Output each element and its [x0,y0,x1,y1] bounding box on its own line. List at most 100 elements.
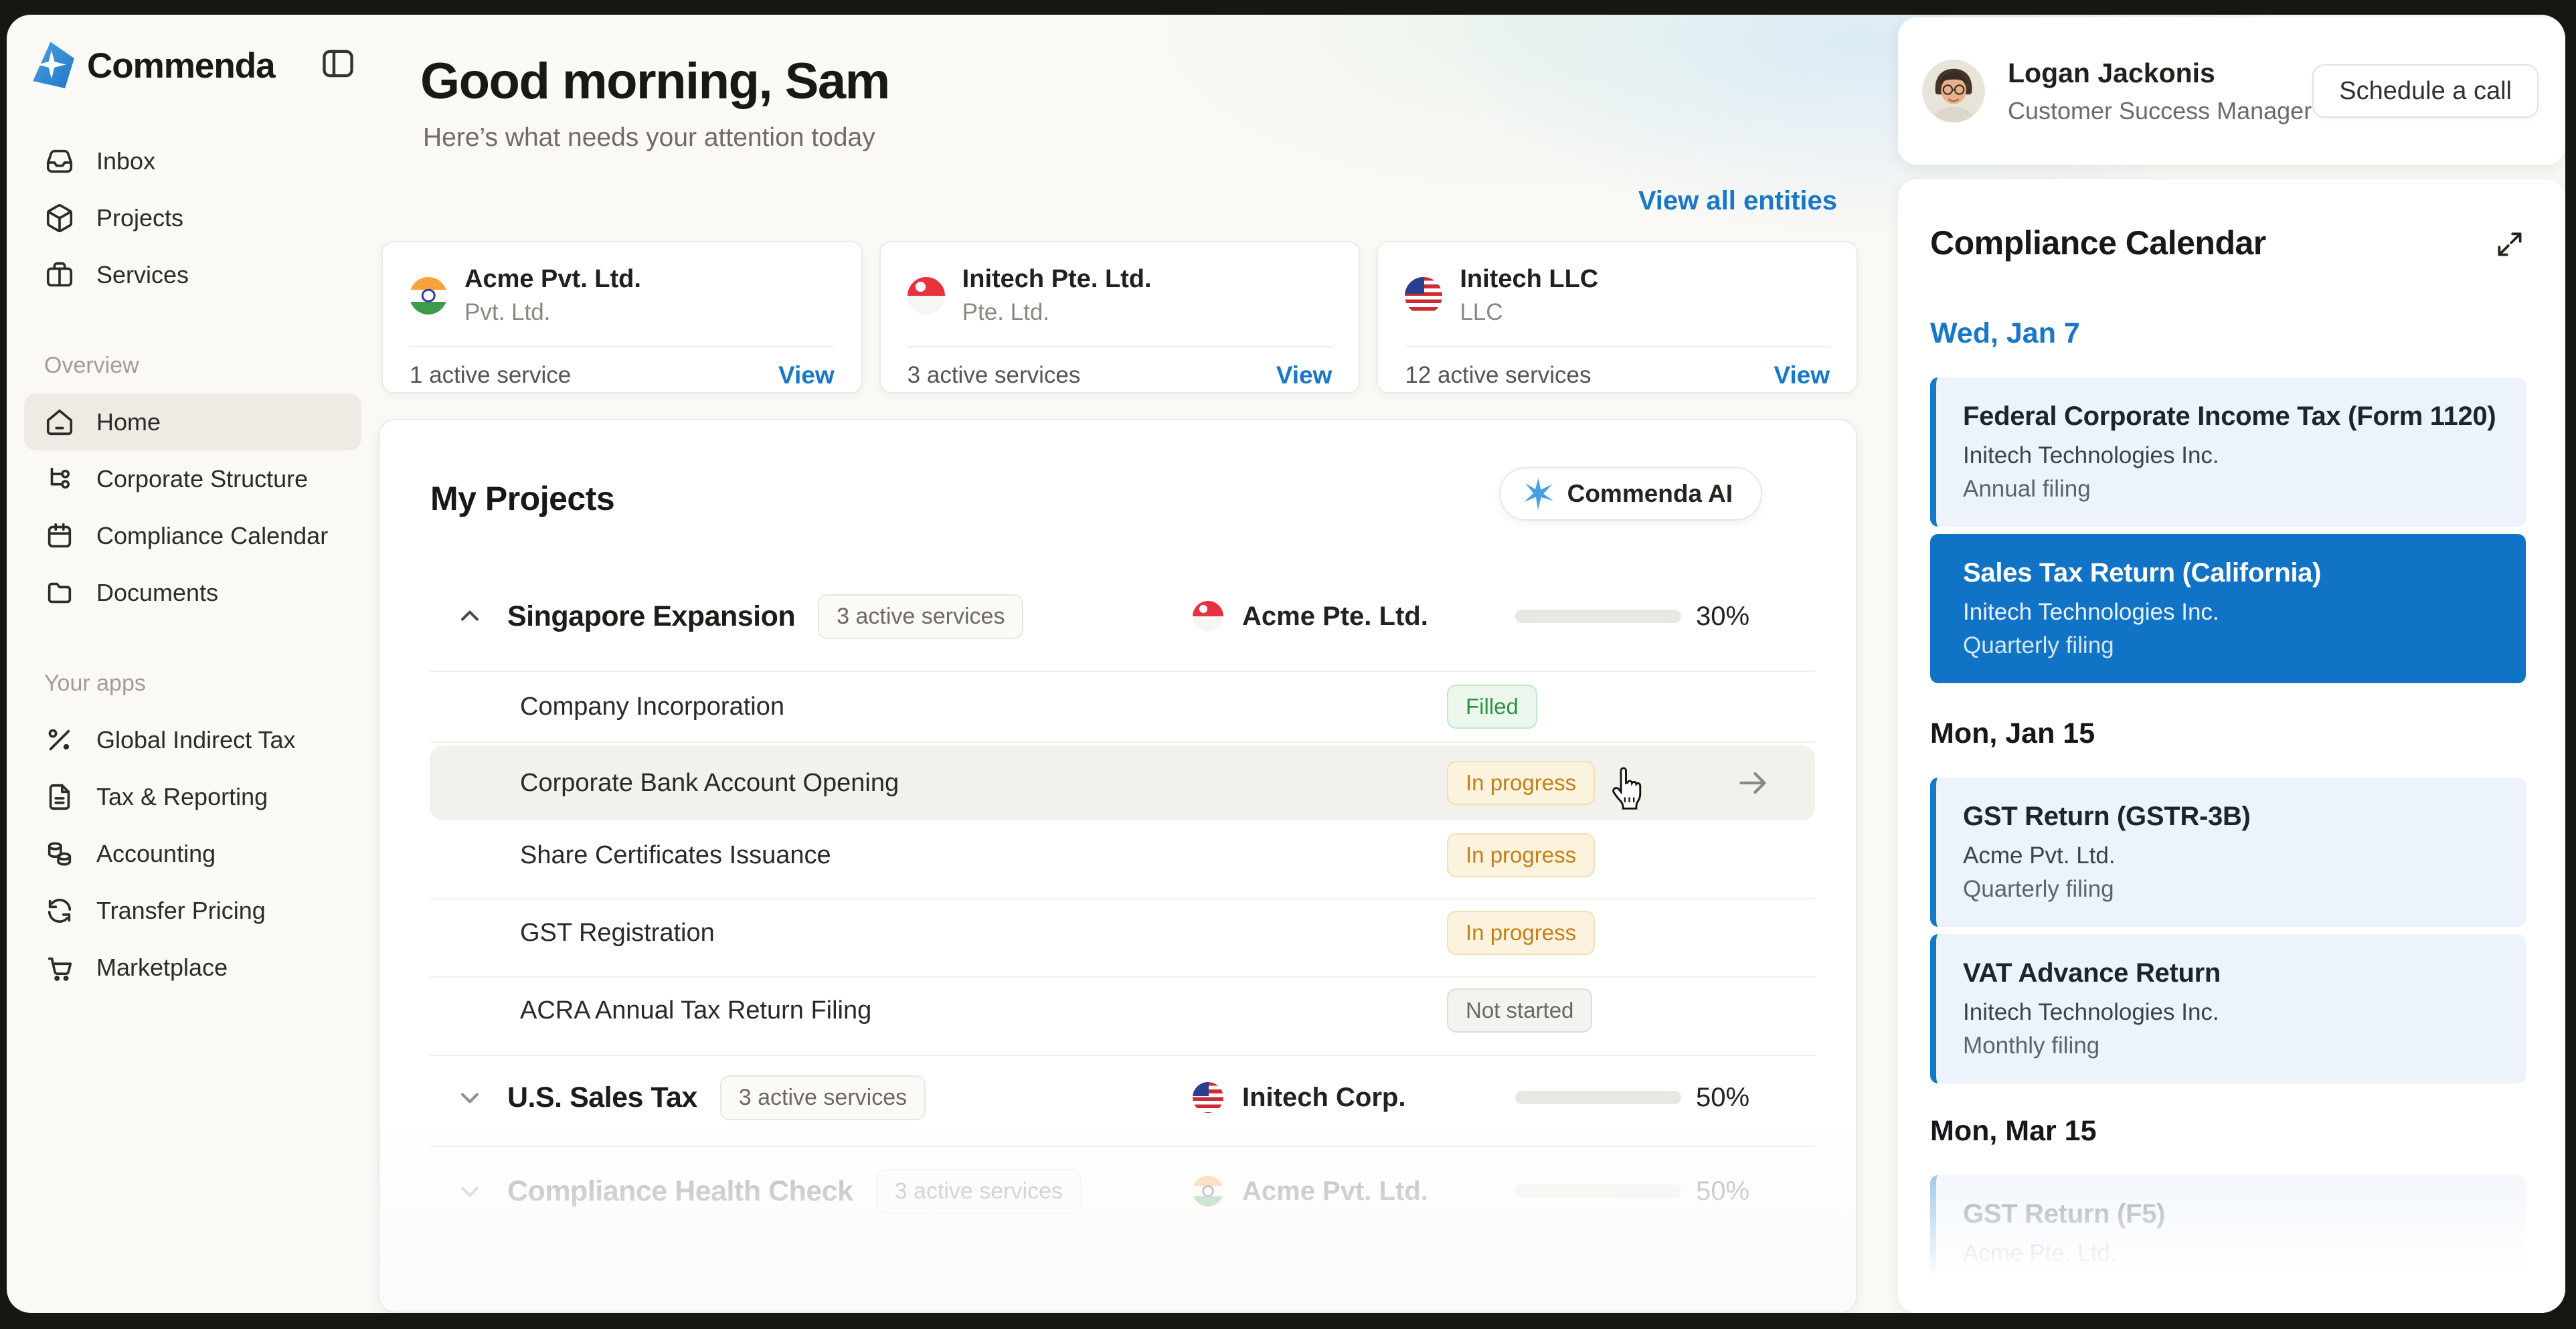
sidebar-item-label: Documents [96,578,219,606]
advisor-role: Customer Success Manager [2008,96,2312,124]
project-name: Compliance Health Check [507,1174,853,1207]
sidebar-item-services[interactable]: Services [24,246,361,303]
project-name: U.S. Sales Tax [507,1081,697,1114]
project-services-badge: 3 active services [875,1168,1082,1214]
event-entity: Acme Pte. Ltd. [1963,1240,2117,1266]
nav-overview: Home Corporate Structure Compliance Cale… [7,393,379,621]
progress-bar [1515,1184,1681,1198]
arrow-right-icon [1739,772,1766,794]
expand-icon[interactable] [2493,228,2526,261]
task-row-share-certificates-issuance[interactable]: Share Certificates Issuance In progress [430,822,1815,889]
avatar [1922,60,1985,122]
india-flag-icon [1193,1176,1223,1207]
sidebar-item-marketplace[interactable]: Marketplace [24,939,361,996]
calendar-event-sales-tax-california[interactable]: Sales Tax Return (California) Initech Te… [1930,534,2526,683]
entity-services-count: 1 active service [410,362,572,388]
calendar-event-gst-return-f5[interactable]: GST Return (F5) Acme Pte. Ltd. Quarterly… [1930,1175,2526,1313]
advisor-name: Logan Jackonis [2008,57,2215,88]
task-name: ACRA Annual Tax Return Filing [520,996,872,1025]
entity-services-count: 12 active services [1405,362,1592,388]
sidebar-item-label: Inbox [96,147,156,175]
calendar-event-form-1120[interactable]: Federal Corporate Income Tax (Form 1120)… [1930,377,2526,527]
app-title: Commenda [87,46,276,86]
entity-name: Acme Pvt. Ltd. [464,265,641,293]
compliance-calendar-panel: Compliance Calendar Wed, Jan 7 Federal C… [1898,179,2565,1313]
my-projects-panel: My Projects Commenda AI Singapore Expans… [378,419,1857,1313]
project-entity-name: Initech Corp. [1242,1082,1406,1112]
entity-card-initech-pte[interactable]: Initech Pte. Ltd. Pte. Ltd. 3 active ser… [879,241,1361,393]
projects-cube-icon [46,203,73,232]
sidebar-section-your-apps: Your apps [44,671,146,696]
project-group-us-sales-tax[interactable]: U.S. Sales Tax 3 active services Initech… [430,1057,1815,1138]
corporate-structure-icon [50,467,70,489]
sidebar-item-transfer-pricing[interactable]: Transfer Pricing [24,882,361,939]
singapore-flag-icon [907,276,945,315]
task-row-corporate-bank-account-opening[interactable]: Corporate Bank Account Opening In progre… [430,745,1815,820]
calendar-day-label: Mon, Mar 15 [1930,1115,2097,1147]
calendar-event-vat-advance-return[interactable]: VAT Advance Return Initech Technologies … [1930,934,2526,1083]
entity-view-link[interactable]: View [778,361,835,389]
task-name: GST Registration [520,918,715,947]
event-entity: Initech Technologies Inc. [1963,999,2219,1025]
entity-view-link[interactable]: View [1276,361,1333,389]
project-entity-name: Acme Pte. Ltd. [1242,601,1428,631]
cart-icon [48,957,72,981]
sidebar-item-home[interactable]: Home [24,393,361,450]
sidebar: Commenda Inbox Projects Services Overvie… [7,15,379,1313]
status-badge: In progress [1447,911,1596,955]
progress-label: 50% [1696,1082,1750,1112]
sidebar-item-label: Corporate Structure [96,464,309,493]
task-name: Company Incorporation [520,692,784,721]
calendar-event-gstr-3b[interactable]: GST Return (GSTR-3B) Acme Pvt. Ltd. Quar… [1930,778,2526,927]
sidebar-item-label: Compliance Calendar [96,521,329,549]
chevron-down-icon[interactable] [455,1176,485,1206]
project-entity: Acme Pte. Ltd. [1193,601,1428,632]
sidebar-item-projects[interactable]: Projects [24,189,361,246]
task-row-acra-annual-tax-return-filing[interactable]: ACRA Annual Tax Return Filing Not starte… [430,977,1815,1044]
entity-view-link[interactable]: View [1774,361,1830,389]
event-title: VAT Advance Return [1963,958,2221,988]
project-entity-name: Acme Pvt. Ltd. [1242,1176,1428,1206]
sidebar-item-tax-reporting[interactable]: Tax & Reporting [24,768,361,825]
event-title: Sales Tax Return (California) [1963,558,2322,588]
task-name: Corporate Bank Account Opening [520,768,899,797]
task-row-company-incorporation[interactable]: Company Incorporation Filled [430,673,1815,740]
percent-icon [48,729,70,750]
progress-label: 50% [1696,1176,1750,1206]
event-frequency: Quarterly filing [1963,1273,2114,1300]
project-group-compliance-health-check[interactable]: Compliance Health Check 3 active service… [430,1151,1815,1231]
project-name: Singapore Expansion [507,600,796,632]
task-row-gst-registration[interactable]: GST Registration In progress [430,899,1815,966]
sidebar-toggle-icon[interactable] [319,44,357,83]
divider [430,1146,1815,1147]
sidebar-item-inbox[interactable]: Inbox [24,132,361,189]
usa-flag-icon [1405,276,1443,315]
divider [430,671,1815,672]
sidebar-section-overview: Overview [44,353,139,378]
calendar-day-label: Mon, Jan 15 [1930,717,2095,749]
sidebar-item-accounting[interactable]: Accounting [24,825,361,882]
sidebar-item-label: Projects [96,203,184,232]
home-icon [46,409,73,435]
project-services-badge: 3 active services [818,594,1024,639]
sidebar-item-label: Tax & Reporting [96,782,268,810]
project-entity: Acme Pvt. Ltd. [1193,1176,1428,1207]
documents-folder-icon [48,582,72,603]
sidebar-item-documents[interactable]: Documents [24,564,361,621]
project-group-singapore-expansion[interactable]: Singapore Expansion 3 active services Ac… [430,576,1815,656]
progress-label: 30% [1696,601,1750,631]
entity-card-initech-llc[interactable]: Initech LLC LLC 12 active services View [1377,241,1859,393]
sidebar-item-corporate-structure[interactable]: Corporate Structure [24,450,361,507]
view-all-entities-link[interactable]: View all entities [1638,186,1837,216]
sidebar-item-global-indirect-tax[interactable]: Global Indirect Tax [24,711,361,768]
chevron-up-icon[interactable] [455,602,485,631]
event-entity: Initech Technologies Inc. [1963,599,2219,625]
sidebar-item-label: Home [96,408,161,436]
entity-card-acme-pvt[interactable]: Acme Pvt. Ltd. Pvt. Ltd. 1 active servic… [381,241,863,393]
chevron-down-icon[interactable] [455,1083,485,1112]
calendar-title: Compliance Calendar [1930,224,2266,262]
sidebar-item-label: Marketplace [96,953,228,981]
sidebar-item-compliance-calendar[interactable]: Compliance Calendar [24,507,361,564]
schedule-call-button[interactable]: Schedule a call [2312,64,2539,118]
sidebar-item-label: Transfer Pricing [96,896,266,924]
